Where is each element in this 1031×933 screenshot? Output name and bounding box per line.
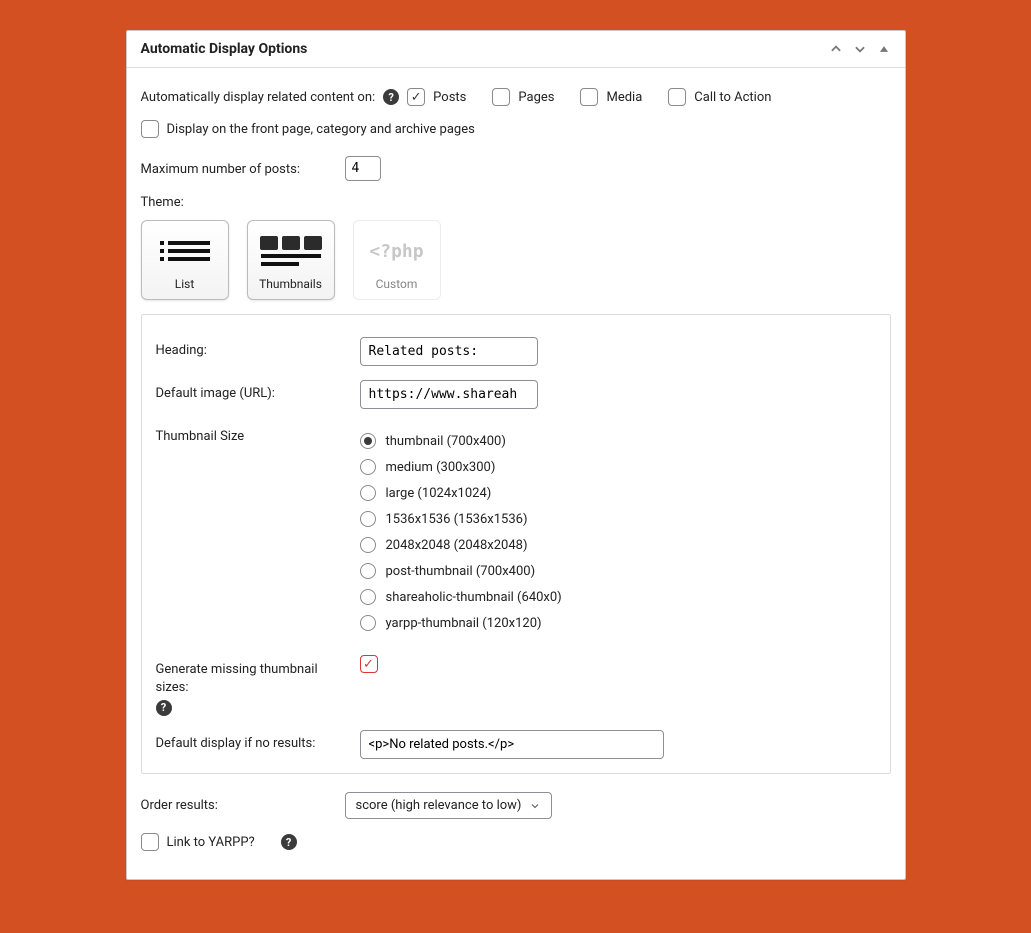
- radio-shareaholic[interactable]: shareaholic-thumbnail (640x0): [360, 589, 876, 605]
- checkbox-icon: [492, 88, 510, 106]
- heading-row: Heading:: [156, 337, 876, 366]
- php-icon: <?php: [360, 231, 434, 271]
- list-icon: [148, 231, 222, 271]
- theme-options: List Thumbnails <?php: [141, 220, 891, 300]
- radio-label: 1536x1536 (1536x1536): [386, 512, 528, 527]
- heading-input[interactable]: [360, 337, 538, 366]
- radio-icon: [360, 511, 376, 527]
- panel-header: Automatic Display Options: [127, 31, 905, 68]
- max-posts-row: Maximum number of posts:: [141, 156, 891, 181]
- order-label: Order results:: [141, 792, 331, 813]
- radio-icon: [360, 485, 376, 501]
- radio-large[interactable]: large (1024x1024): [360, 485, 876, 501]
- checkbox-icon: [668, 88, 686, 106]
- checkbox-label: Pages: [518, 90, 554, 105]
- checkbox-icon: [141, 120, 159, 138]
- auto-display-label: Automatically display related content on…: [141, 90, 376, 105]
- radio-icon: [360, 433, 376, 449]
- checkbox-icon: [360, 655, 378, 673]
- radio-label: post-thumbnail (700x400): [386, 564, 536, 579]
- checkbox-posts[interactable]: Posts: [407, 88, 466, 106]
- generate-row: Generate missing thumbnail sizes: ?: [156, 655, 876, 716]
- checkbox-icon: [407, 88, 425, 106]
- move-up-icon[interactable]: [829, 42, 843, 56]
- radio-label: large (1024x1024): [386, 486, 492, 501]
- radio-icon: [360, 459, 376, 475]
- radio-icon: [360, 589, 376, 605]
- thumb-size-options: thumbnail (700x400) medium (300x300) lar…: [360, 423, 876, 641]
- radio-thumbnail[interactable]: thumbnail (700x400): [360, 433, 876, 449]
- order-select[interactable]: score (high relevance to low): [345, 792, 553, 819]
- checkbox-link-yarpp[interactable]: Link to YARPP?: [141, 833, 255, 851]
- checkbox-front-page[interactable]: Display on the front page, category and …: [141, 120, 475, 138]
- max-posts-label: Maximum number of posts:: [141, 156, 331, 177]
- checkbox-cta[interactable]: Call to Action: [668, 88, 771, 106]
- checkbox-pages[interactable]: Pages: [492, 88, 554, 106]
- settings-panel: Automatic Display Options Automatically …: [126, 30, 906, 880]
- thumbnails-icon: [254, 231, 328, 271]
- chevron-down-icon: [529, 800, 541, 812]
- checkbox-label: Posts: [433, 90, 466, 105]
- max-posts-input[interactable]: [345, 156, 381, 181]
- radio-icon: [360, 615, 376, 631]
- default-image-input[interactable]: [360, 380, 538, 409]
- generate-label-wrap: Generate missing thumbnail sizes: ?: [156, 655, 346, 716]
- default-image-label: Default image (URL):: [156, 380, 346, 401]
- panel-header-actions: [829, 42, 891, 56]
- checkbox-icon: [580, 88, 598, 106]
- front-page-row: Display on the front page, category and …: [141, 120, 891, 142]
- checkbox-icon: [141, 833, 159, 851]
- theme-thumbnails[interactable]: Thumbnails: [247, 220, 335, 300]
- radio-label: medium (300x300): [386, 460, 496, 475]
- generate-label: Generate missing thumbnail sizes:: [156, 661, 346, 696]
- theme-list[interactable]: List: [141, 220, 229, 300]
- theme-label: Theme:: [141, 195, 891, 210]
- checkbox-label: Display on the front page, category and …: [167, 122, 475, 137]
- default-image-row: Default image (URL):: [156, 380, 876, 409]
- radio-label: 2048x2048 (2048x2048): [386, 538, 528, 553]
- radio-label: yarpp-thumbnail (120x120): [386, 616, 542, 631]
- radio-yarpp[interactable]: yarpp-thumbnail (120x120): [360, 615, 876, 631]
- order-value: score (high relevance to low): [356, 798, 522, 813]
- checkbox-generate[interactable]: [360, 655, 378, 673]
- theme-settings-box: Heading: Default image (URL): Thumbnail …: [141, 314, 891, 774]
- help-icon[interactable]: ?: [156, 700, 172, 716]
- theme-row: Theme: List: [141, 195, 891, 300]
- thumb-size-label: Thumbnail Size: [156, 423, 346, 444]
- panel-body: Automatically display related content on…: [127, 68, 905, 879]
- no-results-input[interactable]: [360, 730, 664, 759]
- checkbox-label: Media: [606, 90, 642, 105]
- link-yarpp-row: Link to YARPP? ?: [141, 833, 891, 851]
- radio-label: thumbnail (700x400): [386, 434, 506, 449]
- radio-icon: [360, 563, 376, 579]
- theme-name: Thumbnails: [254, 277, 328, 291]
- heading-label: Heading:: [156, 337, 346, 358]
- no-results-label: Default display if no results:: [156, 730, 346, 751]
- help-icon[interactable]: ?: [281, 834, 297, 850]
- radio-medium[interactable]: medium (300x300): [360, 459, 876, 475]
- theme-name: List: [148, 277, 222, 291]
- radio-icon: [360, 537, 376, 553]
- theme-custom[interactable]: <?php Custom: [353, 220, 441, 300]
- move-down-icon[interactable]: [853, 42, 867, 56]
- thumb-size-row: Thumbnail Size thumbnail (700x400) mediu…: [156, 423, 876, 641]
- radio-1536[interactable]: 1536x1536 (1536x1536): [360, 511, 876, 527]
- order-row: Order results: score (high relevance to …: [141, 792, 891, 819]
- collapse-icon[interactable]: [877, 42, 891, 56]
- radio-label: shareaholic-thumbnail (640x0): [386, 590, 562, 605]
- no-results-row: Default display if no results:: [156, 730, 876, 759]
- checkbox-media[interactable]: Media: [580, 88, 642, 106]
- theme-name: Custom: [360, 277, 434, 291]
- radio-post-thumb[interactable]: post-thumbnail (700x400): [360, 563, 876, 579]
- checkbox-label: Link to YARPP?: [167, 835, 255, 850]
- radio-2048[interactable]: 2048x2048 (2048x2048): [360, 537, 876, 553]
- panel-title: Automatic Display Options: [141, 41, 308, 57]
- help-icon[interactable]: ?: [383, 89, 399, 105]
- auto-display-row: Automatically display related content on…: [141, 88, 891, 106]
- checkbox-label: Call to Action: [694, 90, 771, 105]
